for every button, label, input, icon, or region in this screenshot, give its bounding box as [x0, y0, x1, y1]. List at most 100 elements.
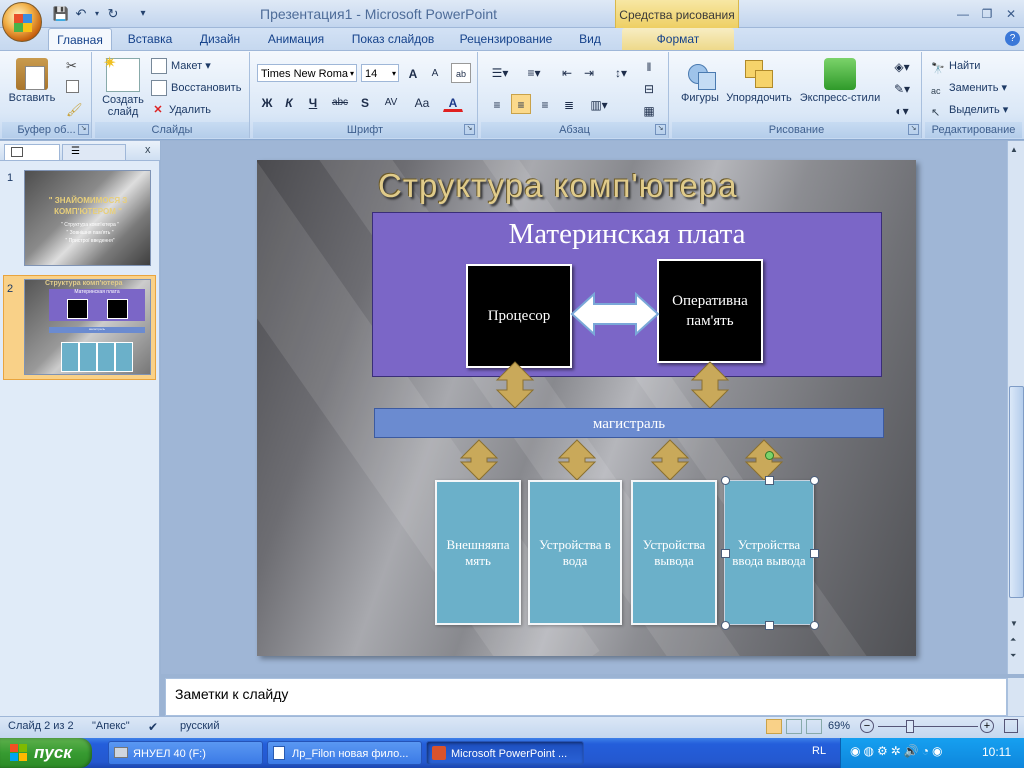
select-button[interactable]: ↖ Выделить ▾: [931, 100, 1008, 120]
tab-format[interactable]: Формат: [622, 28, 734, 50]
zoom-slider-track[interactable]: [878, 726, 978, 727]
notes-placeholder[interactable]: Заметки к слайду: [175, 686, 288, 702]
tab-view[interactable]: Вид: [570, 28, 610, 50]
delete-button[interactable]: ✕ Удалить: [151, 100, 211, 120]
taskbar-item-powerpoint[interactable]: Microsoft PowerPoint ...: [426, 741, 584, 765]
line-spacing-icon[interactable]: ↕▾: [607, 62, 635, 82]
prev-slide-icon[interactable]: ⏶: [1010, 635, 1016, 645]
shapes-button[interactable]: Фигуры: [674, 58, 726, 104]
zoom-slider-thumb[interactable]: [906, 720, 914, 733]
align-center-icon[interactable]: ≡: [511, 94, 531, 114]
tab-slideshow[interactable]: Показ слайдов: [344, 28, 442, 50]
slide-thumbnail-2[interactable]: Структура комп'ютера Материнская плата м…: [24, 279, 151, 375]
font-name-combo[interactable]: Times New Roma ▾: [257, 64, 357, 82]
zoom-in-icon[interactable]: +: [980, 719, 994, 733]
columns-icon[interactable]: ▥▾: [585, 94, 613, 114]
shape-outline-icon[interactable]: ✎▾: [888, 78, 916, 98]
shape-fill-icon[interactable]: ◈▾: [888, 56, 916, 76]
language-indicator[interactable]: русский: [180, 720, 219, 732]
arrange-button[interactable]: Упорядочить: [724, 58, 794, 104]
shadow-button[interactable]: S: [355, 92, 375, 112]
slide-sorter-icon[interactable]: [786, 719, 802, 734]
resize-handle-ne[interactable]: [810, 476, 819, 485]
text-direction-icon[interactable]: ‖: [639, 56, 659, 76]
grow-font-icon[interactable]: A: [403, 63, 423, 83]
redo-icon[interactable]: ↻: [104, 5, 122, 23]
device-output[interactable]: Устройства вывода: [631, 480, 717, 625]
ram-box[interactable]: Оперативна пам'ять: [657, 259, 763, 363]
bold-button[interactable]: Ж: [257, 92, 277, 112]
paste-button[interactable]: Вставить: [6, 58, 58, 104]
reset-button[interactable]: Восстановить: [151, 78, 241, 98]
tab-insert[interactable]: Вставка: [120, 28, 180, 50]
tab-slides-thumbnails[interactable]: [4, 144, 60, 160]
slideshow-view-icon[interactable]: [806, 719, 822, 734]
bus-box[interactable]: магистраль: [374, 408, 884, 438]
resize-handle-n[interactable]: [765, 476, 774, 485]
vertical-scrollbar[interactable]: ▲ ▼ ⏶ ⏷: [1007, 141, 1024, 674]
resize-handle-se[interactable]: [810, 621, 819, 630]
tab-design[interactable]: Дизайн: [190, 28, 250, 50]
slide-title[interactable]: Структура комп'ютера: [378, 167, 798, 207]
keyboard-layout-indicator[interactable]: RL: [812, 745, 826, 757]
shape-effects-icon[interactable]: ◐▾: [888, 100, 916, 120]
notes-pane[interactable]: [165, 678, 1007, 716]
cut-icon[interactable]: ✂: [66, 58, 77, 74]
align-left-icon[interactable]: ≡: [487, 94, 507, 114]
slide-thumbnail-1[interactable]: " ЗНАЙОМИМОСЯ З КОМП'ЮТЕРОМ " " Структур…: [24, 170, 151, 266]
replace-button[interactable]: ac Заменить ▾: [931, 78, 1007, 98]
taskbar-item-word[interactable]: Лр_Filon новая фило...: [267, 741, 422, 765]
drawing-launcher-icon[interactable]: ↘: [908, 124, 919, 135]
align-right-icon[interactable]: ≡: [535, 94, 555, 114]
find-button[interactable]: 🔭 Найти: [931, 56, 980, 76]
new-slide-button[interactable]: ✷ Создать слайд: [97, 55, 149, 118]
device-input[interactable]: Устройства в вода: [528, 480, 622, 625]
zoom-out-icon[interactable]: −: [860, 719, 874, 733]
font-launcher-icon[interactable]: ↘: [464, 124, 475, 135]
restore-button[interactable]: ❐: [976, 6, 998, 22]
help-icon[interactable]: ?: [1005, 31, 1020, 46]
decrease-indent-icon[interactable]: ⇤: [557, 62, 577, 82]
paragraph-launcher-icon[interactable]: ↘: [655, 124, 666, 135]
justify-icon[interactable]: ≣: [559, 94, 579, 114]
fit-to-window-icon[interactable]: [1004, 719, 1018, 733]
resize-handle-e[interactable]: [810, 549, 819, 558]
copy-icon[interactable]: [66, 80, 79, 93]
quick-styles-button[interactable]: Экспресс-стили: [798, 58, 882, 104]
change-case-button[interactable]: Aa: [409, 92, 435, 112]
smartart-icon[interactable]: ▦: [639, 100, 659, 120]
scroll-thumb[interactable]: [1009, 386, 1024, 598]
close-panel-icon[interactable]: x: [145, 144, 151, 156]
font-size-combo[interactable]: 14 ▾: [361, 64, 399, 82]
tab-outline[interactable]: ☰: [62, 144, 126, 160]
tab-review[interactable]: Рецензирование: [452, 28, 560, 50]
layout-button[interactable]: Макет ▾: [151, 56, 211, 76]
strikethrough-button[interactable]: abc: [327, 92, 353, 112]
rotate-handle[interactable]: [765, 451, 774, 460]
align-text-icon[interactable]: ⊟: [639, 78, 659, 98]
resize-handle-sw[interactable]: [721, 621, 730, 630]
clear-format-icon[interactable]: ab: [451, 63, 471, 83]
office-button[interactable]: [2, 2, 42, 42]
resize-handle-w[interactable]: [721, 549, 730, 558]
tab-animation[interactable]: Анимация: [258, 28, 334, 50]
underline-button[interactable]: Ч: [303, 92, 323, 112]
shrink-font-icon[interactable]: A: [425, 63, 445, 83]
scroll-up-icon[interactable]: ▲: [1010, 145, 1018, 154]
clipboard-launcher-icon[interactable]: ↘: [78, 124, 89, 135]
normal-view-icon[interactable]: [766, 719, 782, 734]
scroll-down-icon[interactable]: ▼: [1010, 619, 1018, 628]
bullets-icon[interactable]: ☰▾: [485, 62, 515, 82]
format-painter-icon[interactable]: 🖌: [66, 102, 83, 118]
close-button[interactable]: ✕: [1000, 6, 1022, 22]
char-spacing-button[interactable]: AV: [377, 92, 405, 112]
device-input-output[interactable]: Устройства ввода вывода: [724, 480, 814, 625]
tab-home[interactable]: Главная: [48, 28, 112, 51]
numbering-icon[interactable]: ≡▾: [519, 62, 549, 82]
cpu-box[interactable]: Процесор: [466, 264, 572, 368]
save-icon[interactable]: 💾: [52, 5, 70, 23]
minimize-button[interactable]: —: [952, 6, 974, 22]
next-slide-icon[interactable]: ⏷: [1010, 651, 1016, 661]
font-color-button[interactable]: A: [443, 92, 463, 112]
tray-icons[interactable]: ◉◍⚙✲🔊◔◉: [850, 744, 980, 762]
